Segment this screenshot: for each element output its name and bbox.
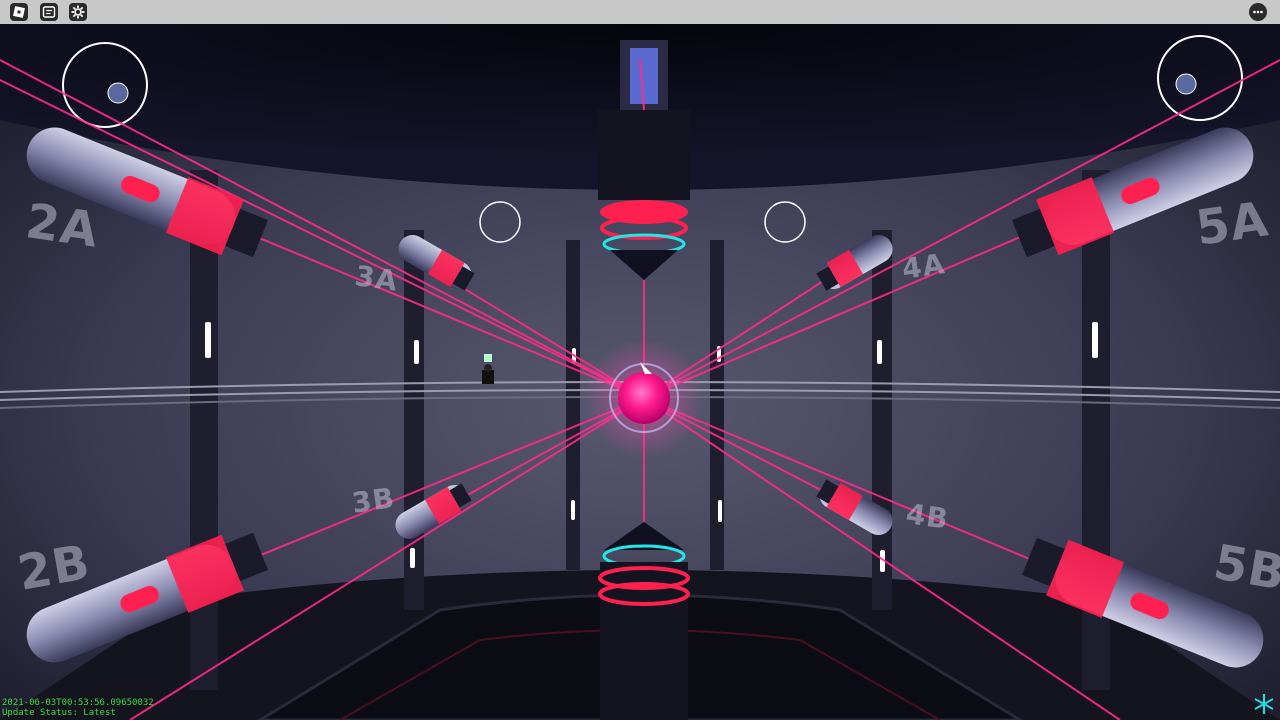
- wall-label-4a: 4A: [899, 247, 948, 286]
- roblox-logo-icon[interactable]: [10, 3, 28, 21]
- debug-overlay: 2021-06-03T00:53:56.09650032 Update Stat…: [2, 698, 154, 718]
- update-status: Update Status: Latest: [2, 708, 116, 718]
- top-bar: [0, 0, 1280, 24]
- gear-icon[interactable]: [69, 3, 87, 21]
- game-viewport[interactable]: 2A 2B 3A 3B 4A 4B 5A 5B 2021-06-03T00:53…: [0, 0, 1280, 720]
- more-options-icon[interactable]: [1249, 3, 1267, 21]
- wall-label-3a: 3A: [352, 259, 401, 298]
- wall-label-2a: 2A: [22, 193, 103, 259]
- reactor-scene: [0, 24, 1280, 720]
- chat-icon[interactable]: [40, 3, 58, 21]
- wall-label-4b: 4B: [903, 497, 951, 536]
- reactor-core: [584, 338, 704, 458]
- wall-label-5a: 5A: [1192, 191, 1273, 257]
- debug-timestamp: 2021-06-03T00:53:56.09650032: [2, 698, 154, 708]
- snowflake-logo-icon: [1254, 694, 1274, 714]
- wall-label-3b: 3B: [349, 481, 397, 520]
